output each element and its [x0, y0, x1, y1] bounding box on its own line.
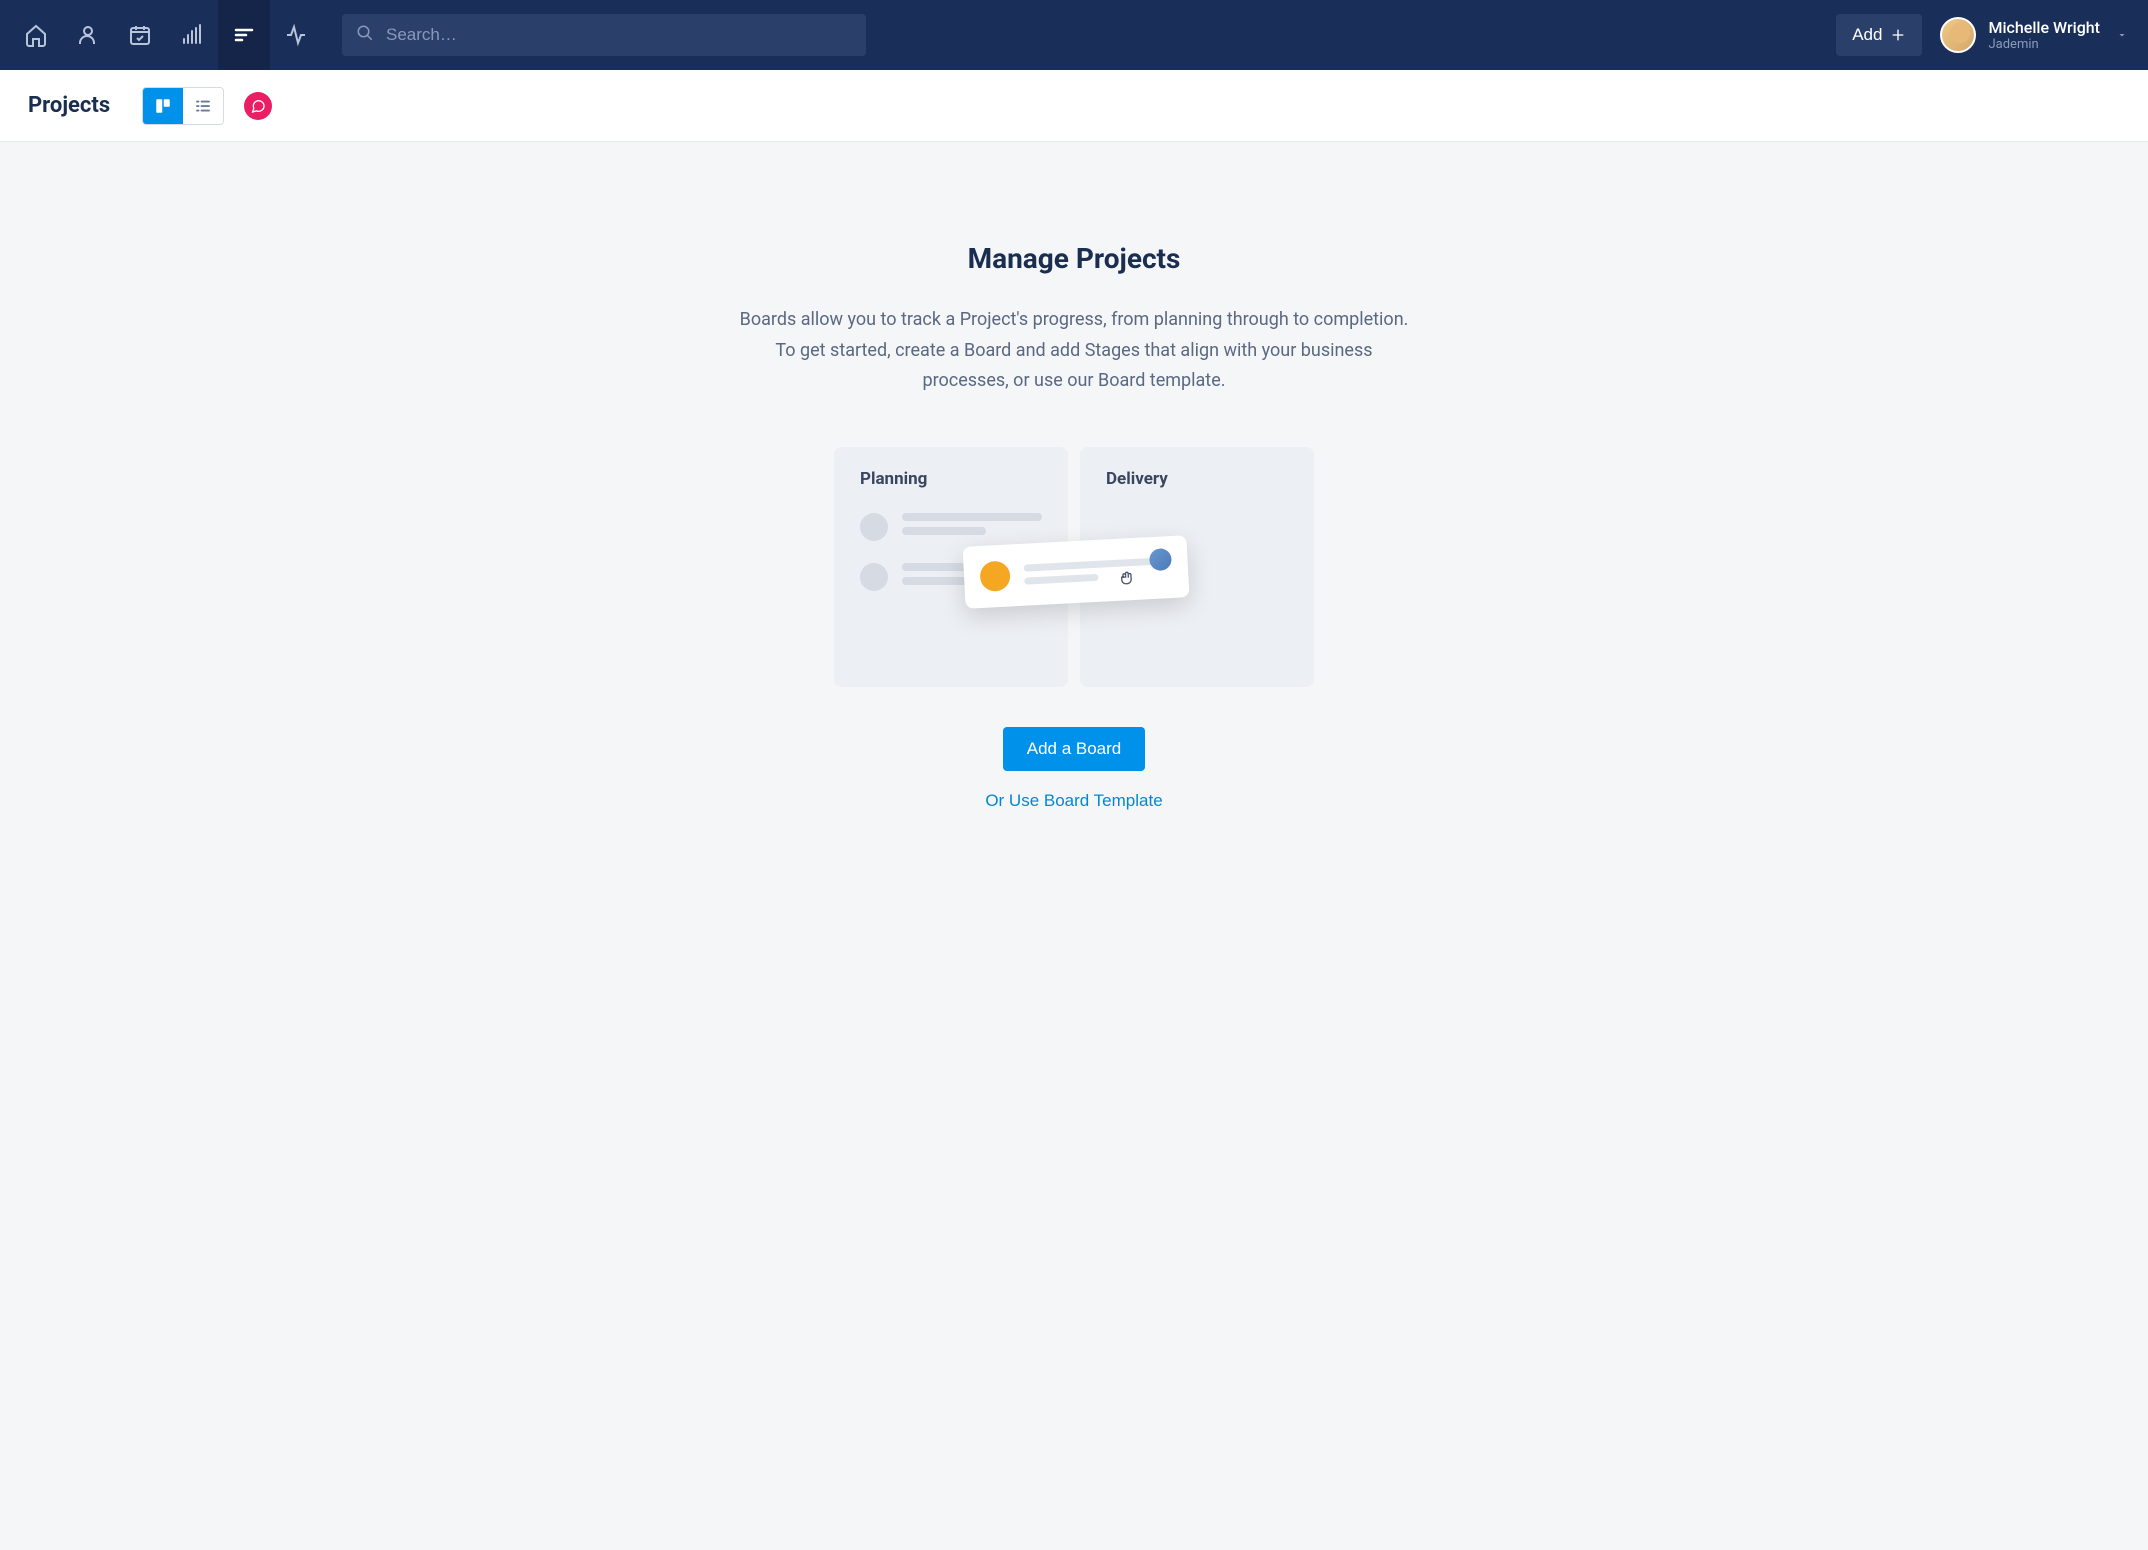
skeleton-circle: [860, 513, 888, 541]
person-icon[interactable]: [62, 0, 114, 70]
illustration-col-title: Delivery: [1106, 469, 1288, 489]
page-title: Projects: [28, 93, 110, 118]
avatar: [1940, 17, 1976, 53]
add-board-button[interactable]: Add a Board: [1003, 727, 1146, 771]
list-icon: [194, 97, 212, 115]
skeleton-row: [860, 513, 1042, 541]
top-nav: Add Michelle Wright Jademin: [0, 0, 2148, 70]
user-name: Michelle Wright: [1988, 18, 2100, 37]
search-icon: [356, 24, 374, 46]
user-info: Michelle Wright Jademin: [1988, 18, 2100, 53]
add-button[interactable]: Add: [1836, 14, 1922, 56]
chevron-down-icon: [2116, 26, 2128, 45]
main-description: Boards allow you to track a Project's pr…: [734, 305, 1414, 397]
search-wrapper: [342, 14, 866, 56]
nav-icon-group: [10, 0, 322, 70]
illustration-col-title: Planning: [860, 469, 1042, 489]
calendar-check-icon[interactable]: [114, 0, 166, 70]
use-template-link[interactable]: Or Use Board Template: [985, 791, 1162, 811]
home-icon[interactable]: [10, 0, 62, 70]
search-input[interactable]: [342, 14, 866, 56]
skeleton-lines: [902, 513, 1042, 541]
user-menu[interactable]: Michelle Wright Jademin: [1940, 17, 2128, 53]
chat-bubble-button[interactable]: [244, 92, 272, 120]
board-icon: [154, 97, 172, 115]
board-view-button[interactable]: [143, 88, 183, 124]
nav-right: Add Michelle Wright Jademin: [1836, 14, 2128, 56]
list-view-button[interactable]: [183, 88, 223, 124]
add-button-label: Add: [1852, 25, 1882, 45]
main-content: Manage Projects Boards allow you to trac…: [0, 142, 2148, 871]
skeleton-circle: [860, 563, 888, 591]
floating-card: [963, 535, 1190, 609]
float-circle: [979, 560, 1011, 592]
sub-header: Projects: [0, 70, 2148, 142]
main-title: Manage Projects: [968, 242, 1181, 275]
illustration: Planning Delivery: [834, 447, 1314, 687]
activity-icon[interactable]: [270, 0, 322, 70]
user-org: Jademin: [1988, 37, 2100, 53]
grab-cursor-icon: [1118, 570, 1135, 591]
gantt-icon[interactable]: [218, 0, 270, 70]
bar-chart-icon[interactable]: [166, 0, 218, 70]
plus-icon: [1890, 27, 1906, 43]
view-toggle: [142, 87, 224, 125]
chat-icon: [250, 98, 266, 114]
